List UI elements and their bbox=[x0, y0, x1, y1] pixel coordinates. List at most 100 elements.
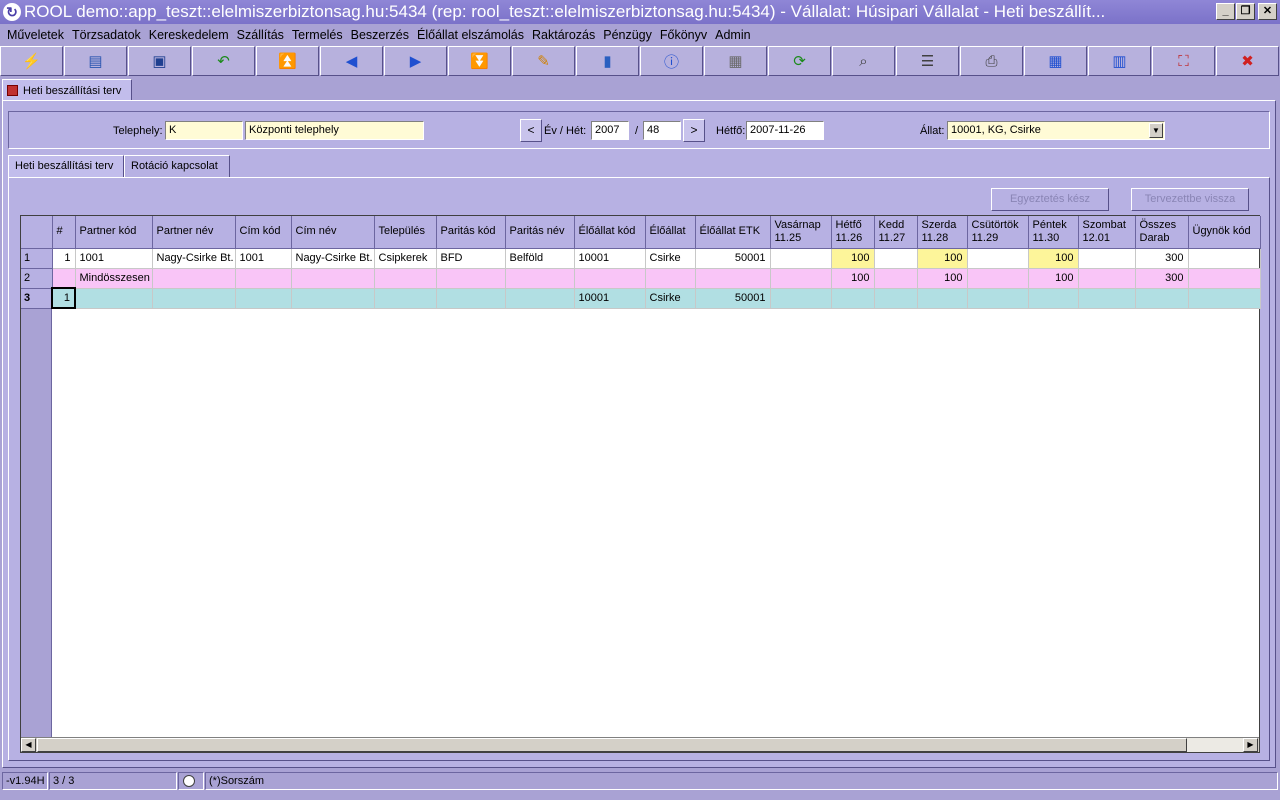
grid-cell[interactable]: 1001 bbox=[75, 248, 153, 269]
data-grid[interactable]: # Partner kód Partner név Cím kód Cím név Tel… bbox=[20, 215, 1261, 753]
grid-cell[interactable]: 50001 bbox=[695, 288, 771, 309]
scroll-right-icon[interactable]: ▶ bbox=[1243, 738, 1258, 752]
column-header[interactable]: Szombat 12.01 bbox=[1078, 216, 1136, 249]
grid-cell[interactable] bbox=[874, 288, 918, 309]
grid-cell[interactable] bbox=[874, 268, 918, 289]
grid-cell[interactable]: 300 bbox=[1135, 248, 1189, 269]
grid-cell[interactable]: Csipkerek bbox=[374, 248, 437, 269]
menu-item-3[interactable]: Szállítás bbox=[234, 24, 289, 46]
grid-cell[interactable]: 10001 bbox=[574, 248, 646, 269]
toolbar-button-undo-arrow[interactable]: ↶ bbox=[192, 46, 255, 76]
toolbar-button-last-record[interactable]: ⏬ bbox=[448, 46, 511, 76]
toolbar-button-save[interactable]: ▣ bbox=[128, 46, 191, 76]
menu-item-7[interactable]: Raktározás bbox=[529, 24, 600, 46]
grid-cell[interactable] bbox=[1028, 288, 1079, 309]
menu-item-10[interactable]: Admin bbox=[712, 24, 755, 46]
menu-item-2[interactable]: Kereskedelem bbox=[146, 24, 234, 46]
grid-cell[interactable] bbox=[695, 268, 771, 289]
scrollbar-track[interactable] bbox=[1187, 738, 1243, 752]
grid-cell[interactable]: Nagy-Csirke Bt. bbox=[291, 248, 375, 269]
grid-cell[interactable] bbox=[374, 288, 437, 309]
toolbar-button-edit-pencil[interactable]: ✎ bbox=[512, 46, 575, 76]
grid-cell[interactable]: 100 bbox=[1028, 268, 1079, 289]
grid-cell[interactable] bbox=[874, 248, 918, 269]
column-header[interactable]: Kedd 11.27 bbox=[874, 216, 918, 249]
grid-cell[interactable] bbox=[917, 288, 968, 309]
toolbar-button-rows[interactable]: ☰ bbox=[896, 46, 959, 76]
grid-cell[interactable]: Belföld bbox=[505, 248, 575, 269]
grid-cell[interactable] bbox=[505, 268, 575, 289]
menu-item-9[interactable]: Főkönyv bbox=[657, 24, 712, 46]
grid-cell[interactable]: 300 bbox=[1135, 268, 1189, 289]
grid-cell[interactable] bbox=[75, 288, 153, 309]
menu-item-6[interactable]: Élőállat elszámolás bbox=[414, 24, 529, 46]
grid-cell[interactable]: 50001 bbox=[695, 248, 771, 269]
menu-item-5[interactable]: Beszerzés bbox=[348, 24, 414, 46]
grid-cell[interactable]: 1 bbox=[51, 287, 76, 309]
menu-item-8[interactable]: Pénzügy bbox=[600, 24, 657, 46]
column-header[interactable]: Csütörtök 11.29 bbox=[967, 216, 1029, 249]
grid-cell[interactable]: BFD bbox=[436, 248, 506, 269]
toolbar-button-exit[interactable]: ✖ bbox=[1216, 46, 1279, 76]
scrollbar-thumb[interactable] bbox=[37, 738, 1187, 752]
grid-cell[interactable] bbox=[770, 288, 832, 309]
column-header[interactable]: Partner név bbox=[152, 216, 236, 249]
grid-cell[interactable]: 100 bbox=[917, 268, 968, 289]
row-header[interactable]: 2 bbox=[21, 268, 53, 289]
horizontal-scrollbar[interactable]: ◀ ▶ bbox=[21, 737, 1259, 752]
hetfo-date-field[interactable]: 2007-11-26 bbox=[746, 121, 824, 140]
column-header[interactable]: # bbox=[52, 216, 76, 249]
grid-cell[interactable] bbox=[645, 268, 696, 289]
column-header[interactable]: Élőállat bbox=[645, 216, 696, 249]
toolbar-button-grid-export[interactable]: ▦ bbox=[1024, 46, 1087, 76]
grid-cell[interactable] bbox=[1188, 288, 1261, 309]
column-header[interactable]: Összes Darab bbox=[1135, 216, 1189, 249]
toolbar-button-first-record[interactable]: ⏫ bbox=[256, 46, 319, 76]
grid-cell[interactable] bbox=[770, 268, 832, 289]
toolbar-button-search[interactable]: ⌕ bbox=[832, 46, 895, 76]
close-window-button[interactable]: ✕ bbox=[1258, 3, 1277, 20]
grid-cell[interactable]: 1001 bbox=[235, 248, 292, 269]
allat-select[interactable]: 10001, KG, Csirke ▼ bbox=[947, 121, 1165, 140]
column-header[interactable]: Paritás név bbox=[505, 216, 575, 249]
grid-cell[interactable]: Mindösszesen bbox=[75, 268, 153, 289]
grid-cell[interactable] bbox=[967, 288, 1029, 309]
grid-cell[interactable] bbox=[831, 288, 875, 309]
grid-cell[interactable] bbox=[967, 268, 1029, 289]
grid-cell[interactable] bbox=[52, 268, 76, 289]
prev-week-button[interactable]: < bbox=[520, 119, 542, 142]
table-row[interactable]: 1 1 1001 Nagy-Csirke Bt. 1001 Nagy-Csirke Bt.… bbox=[21, 248, 1261, 269]
grid-cell[interactable] bbox=[1078, 288, 1136, 309]
menu-item-4[interactable]: Termelés bbox=[289, 24, 348, 46]
grid-cell[interactable] bbox=[1078, 268, 1136, 289]
grid-cell[interactable]: 100 bbox=[831, 268, 875, 289]
grid-cell[interactable]: Csirke bbox=[645, 288, 696, 309]
toolbar-button-lightning[interactable]: ⚡ bbox=[0, 46, 63, 76]
egyeztetes-kesz-button[interactable]: Egyeztetés kész bbox=[991, 188, 1109, 211]
grid-cell[interactable]: Csirke bbox=[645, 248, 696, 269]
grid-cell[interactable] bbox=[1078, 248, 1136, 269]
grid-cell[interactable] bbox=[291, 288, 375, 309]
grid-cell[interactable] bbox=[574, 268, 646, 289]
minimize-button[interactable]: _ bbox=[1216, 3, 1235, 20]
row-header[interactable]: 1 bbox=[21, 248, 53, 269]
tervezettbe-vissza-button[interactable]: Tervezettbe vissza bbox=[1131, 188, 1249, 211]
toolbar-button-previous-record[interactable]: ◀ bbox=[320, 46, 383, 76]
chevron-down-icon[interactable]: ▼ bbox=[1149, 123, 1163, 138]
year-field[interactable]: 2007 bbox=[591, 121, 629, 140]
grid-cell[interactable]: 10001 bbox=[574, 288, 646, 309]
toolbar-button-info[interactable]: ⓘ bbox=[640, 46, 703, 76]
column-header[interactable]: Vasárnap 11.25 bbox=[770, 216, 832, 249]
telephely-code-field[interactable]: K bbox=[165, 121, 243, 140]
grid-cell[interactable] bbox=[235, 288, 292, 309]
grid-cell[interactable] bbox=[152, 268, 236, 289]
grid-cell[interactable]: 100 bbox=[1028, 248, 1079, 269]
grid-cell[interactable] bbox=[374, 268, 437, 289]
toolbar-button-open-folder[interactable]: ▤ bbox=[64, 46, 127, 76]
grid-cell[interactable] bbox=[967, 248, 1029, 269]
scroll-left-icon[interactable]: ◀ bbox=[21, 738, 36, 752]
grid-cell[interactable] bbox=[1135, 288, 1189, 309]
total-row[interactable]: 2 Mindösszesen 100 100 100 300 bbox=[21, 268, 1261, 289]
tab-heti-beszallitasi-terv[interactable]: Heti beszállítási terv bbox=[8, 155, 124, 178]
toolbar-button-print[interactable]: ⎙ bbox=[960, 46, 1023, 76]
